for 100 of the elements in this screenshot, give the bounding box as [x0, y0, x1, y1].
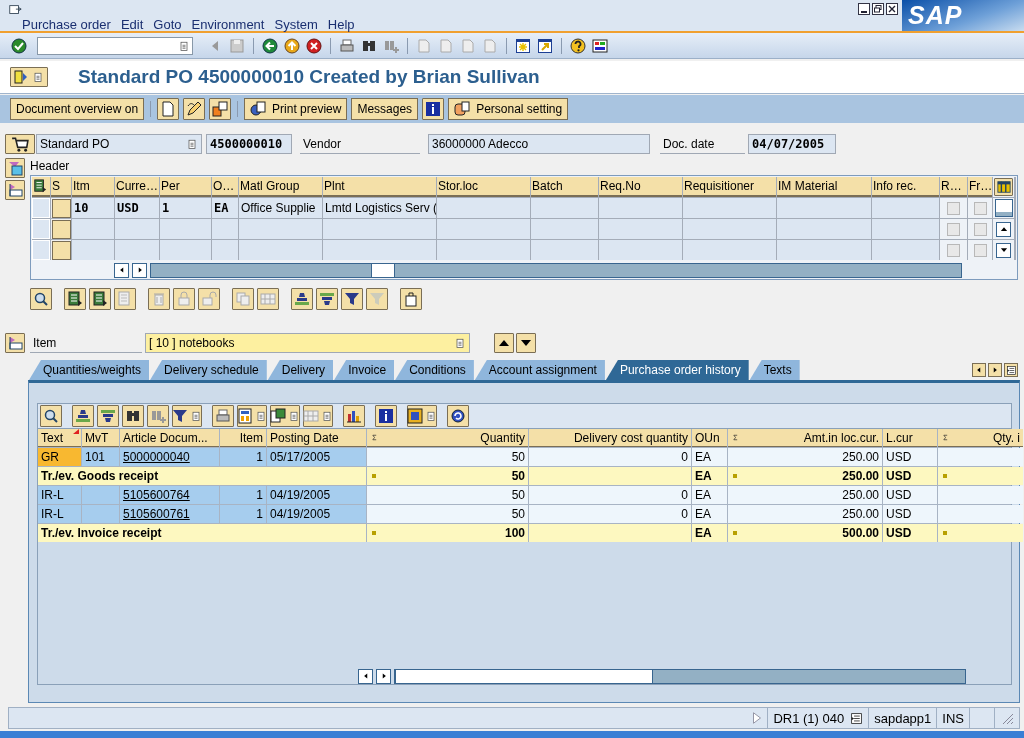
column-header[interactable]: Item [223, 430, 263, 445]
column-header[interactable]: Curre… [115, 177, 159, 197]
scrollbar-track[interactable] [150, 262, 962, 278]
sort-ascending-button[interactable] [72, 405, 94, 427]
menu-item[interactable]: Purchase order [22, 17, 120, 33]
grid-button[interactable] [257, 288, 279, 310]
switch-document-button[interactable] [209, 98, 232, 120]
tab[interactable]: Quantities/weights [29, 360, 150, 380]
print-button[interactable] [212, 405, 234, 427]
tab[interactable]: Conditions [395, 360, 474, 380]
column-header[interactable]: Req.No [599, 177, 682, 197]
scroll-right-button[interactable] [132, 262, 147, 278]
print-preview-button[interactable]: Print preview [244, 98, 348, 120]
vendor-field[interactable]: 36000000 Adecco [428, 134, 650, 154]
select-block-button[interactable] [114, 288, 136, 310]
column-header[interactable]: Itm [72, 177, 114, 197]
copy-button[interactable] [232, 288, 254, 310]
tab-left-button[interactable] [972, 363, 986, 377]
help-icon[interactable] [570, 37, 586, 54]
sort-descending-button[interactable] [97, 405, 119, 427]
filter-button[interactable] [366, 288, 388, 310]
binoculars-button[interactable] [122, 405, 144, 427]
other-purchase-order-button[interactable] [10, 67, 48, 87]
column-header[interactable]: R… [940, 177, 967, 197]
tab-list-button[interactable] [1004, 363, 1018, 377]
document-overview-button[interactable]: Document overview on [10, 98, 145, 120]
menu-item[interactable]: Environment [191, 17, 274, 33]
scrollbar-track[interactable] [394, 668, 966, 684]
info-button[interactable] [375, 405, 397, 427]
column-header[interactable]: Article Docum... [123, 430, 216, 445]
info-button[interactable] [422, 98, 445, 120]
scroll-down-button[interactable] [996, 242, 1011, 258]
tab[interactable]: Purchase order history [605, 360, 749, 380]
menu-item[interactable]: Edit [120, 17, 153, 33]
tab[interactable]: Delivery schedule [150, 360, 267, 380]
refresh-button[interactable] [447, 405, 469, 427]
column-header[interactable]: Fr… [968, 177, 992, 197]
checkbox[interactable] [947, 222, 960, 236]
checkbox[interactable] [947, 201, 960, 215]
menu-item[interactable]: Goto [153, 17, 191, 33]
document-link[interactable]: 5105600761 [123, 507, 190, 521]
new-document-button[interactable] [157, 98, 180, 120]
print-icon[interactable] [339, 37, 355, 54]
filter-button[interactable] [172, 405, 202, 427]
select-all-button[interactable] [32, 177, 50, 197]
column-header[interactable]: Matl Group [239, 177, 322, 197]
column-header[interactable]: S [51, 177, 71, 197]
sort-descending-button[interactable] [316, 288, 338, 310]
doc-date-field[interactable]: 04/07/2005 [748, 134, 836, 154]
grid-button[interactable] [303, 405, 333, 427]
document-link[interactable]: 5105600764 [123, 488, 190, 502]
row-status-button[interactable] [51, 198, 71, 218]
item-toggle-button[interactable] [5, 333, 25, 353]
export-button[interactable] [270, 405, 300, 427]
layout-button[interactable] [407, 405, 437, 427]
checkbox[interactable] [973, 243, 987, 257]
close-button[interactable] [886, 3, 898, 15]
cancel-icon[interactable] [306, 37, 322, 54]
column-header[interactable]: Stor.loc [437, 177, 530, 197]
column-header[interactable]: IM Material [777, 177, 871, 197]
lock-button[interactable] [173, 288, 195, 310]
vertical-scrollbar[interactable] [994, 199, 1013, 217]
document-type-field[interactable]: Standard PO [36, 134, 202, 154]
column-header[interactable]: Quantity [381, 430, 525, 445]
column-header[interactable]: Delivery cost quantity [532, 430, 688, 445]
column-header[interactable]: Qty. i [952, 430, 1020, 445]
layout-icon[interactable] [592, 37, 608, 54]
back-icon[interactable] [262, 37, 278, 54]
item-selector-field[interactable]: [ 10 ] notebooks [145, 333, 470, 353]
column-header[interactable]: Per [160, 177, 211, 197]
calculator-button[interactable] [237, 405, 267, 427]
unlock-button[interactable] [198, 288, 220, 310]
checkbox[interactable] [973, 222, 987, 236]
previous-item-button[interactable] [494, 333, 514, 353]
filter-button[interactable] [341, 288, 363, 310]
column-header[interactable]: Plnt [323, 177, 436, 197]
select-all-button[interactable] [64, 288, 86, 310]
next-item-button[interactable] [516, 333, 536, 353]
column-header[interactable]: Posting Date [270, 430, 363, 445]
system-info[interactable]: DR1 (1) 040 [767, 708, 869, 728]
menu-item[interactable]: Help [327, 17, 364, 33]
messages-button[interactable]: Messages [351, 98, 419, 120]
column-header[interactable]: Info rec. [872, 177, 939, 197]
scroll-left-button[interactable] [358, 668, 373, 684]
restore-button[interactable] [872, 3, 884, 15]
check-icon[interactable] [11, 37, 27, 54]
tab[interactable]: Texts [749, 360, 800, 380]
tab-right-button[interactable] [988, 363, 1002, 377]
command-field[interactable] [37, 36, 193, 55]
document-link[interactable]: 5000000040 [123, 450, 190, 464]
scroll-right-button[interactable] [376, 668, 391, 684]
bar-chart-button[interactable] [343, 405, 365, 427]
column-header[interactable]: L.cur [886, 430, 934, 445]
column-header[interactable]: MvT [85, 430, 116, 445]
items-toggle-button[interactable] [5, 180, 25, 200]
magnifier-button[interactable] [40, 405, 62, 427]
menu-icon[interactable] [8, 3, 22, 17]
column-settings-button[interactable] [994, 178, 1013, 196]
header-toggle-button[interactable] [5, 158, 25, 178]
column-header[interactable]: O… [212, 177, 238, 197]
